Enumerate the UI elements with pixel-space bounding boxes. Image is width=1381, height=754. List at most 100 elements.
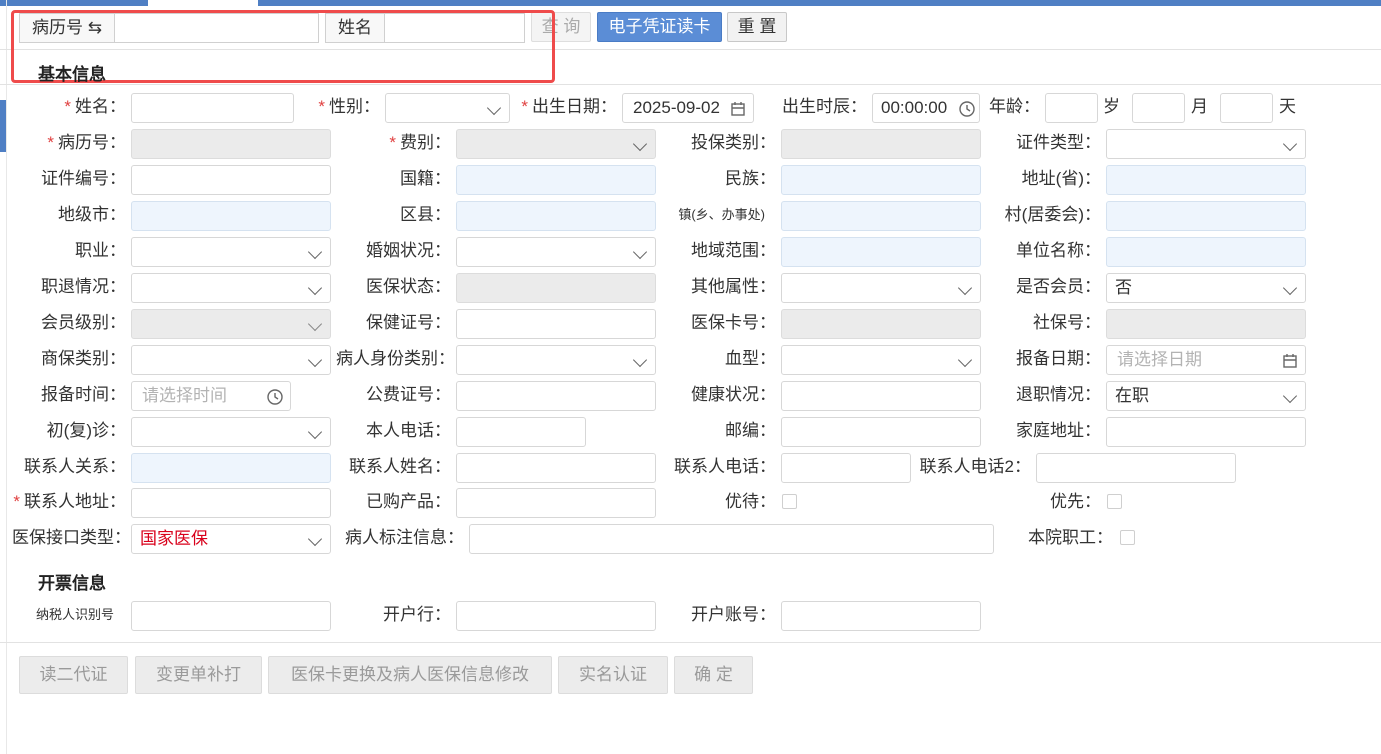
gender-select[interactable] xyxy=(385,93,510,123)
marriage-select[interactable] xyxy=(456,237,656,267)
phone-input[interactable] xyxy=(456,417,586,447)
chevron-down-icon xyxy=(632,244,648,260)
village-input[interactable] xyxy=(1106,201,1306,231)
job-select[interactable] xyxy=(131,237,331,267)
fee-type-select[interactable] xyxy=(456,129,656,159)
insure-type-input xyxy=(781,129,981,159)
age-year-input[interactable] xyxy=(1045,93,1098,123)
staff-checkbox[interactable] xyxy=(1120,530,1135,545)
health-input[interactable] xyxy=(781,381,981,411)
patient-type-select[interactable] xyxy=(456,345,656,375)
marriage-label: 婚姻状况： xyxy=(366,241,451,260)
account-label: 开户账号： xyxy=(691,605,776,624)
insure-iface-label: 医保接口类型： xyxy=(12,528,131,547)
nationality-label: 国籍： xyxy=(400,169,451,188)
age-month-unit: 月 xyxy=(1191,97,1208,116)
vip-checkbox[interactable] xyxy=(782,494,797,509)
contact-addr-input[interactable] xyxy=(131,488,331,518)
blood-select[interactable] xyxy=(781,345,981,375)
chevron-down-icon xyxy=(632,136,648,152)
member-level-select[interactable] xyxy=(131,309,331,339)
company-label: 单位名称： xyxy=(1016,241,1101,260)
birthdate-label: * 出生日期： xyxy=(521,97,617,116)
fee-type-label-text: 费别： xyxy=(400,133,451,152)
retire-info-label: 职退情况： xyxy=(41,277,126,296)
home-addr-input[interactable] xyxy=(1106,417,1306,447)
report-date-input[interactable]: 请选择日期 xyxy=(1106,345,1306,375)
change-insure-card-button[interactable]: 医保卡更换及病人医保信息修改 xyxy=(268,656,552,694)
public-fee-input[interactable] xyxy=(456,381,656,411)
health-card-input[interactable] xyxy=(456,309,656,339)
bought-input[interactable] xyxy=(456,488,656,518)
age-day-input[interactable] xyxy=(1220,93,1273,123)
e-voucher-card-button[interactable]: 电子凭证读卡 xyxy=(597,12,722,42)
contact-phone2-input[interactable] xyxy=(1036,453,1236,483)
bank-input[interactable] xyxy=(456,601,656,631)
contact-phone-input[interactable] xyxy=(781,453,911,483)
town-input[interactable] xyxy=(781,201,981,231)
chevron-down-icon xyxy=(486,100,502,116)
birthtime-input[interactable]: 00:00:00 xyxy=(872,93,980,123)
realname-auth-button[interactable]: 实名认证 xyxy=(558,656,668,694)
other-attr-select[interactable] xyxy=(781,273,981,303)
commercial-select[interactable] xyxy=(131,345,331,375)
confirm-button[interactable]: 确 定 xyxy=(674,656,753,694)
record-no-input xyxy=(131,129,331,159)
commercial-label: 商保类别： xyxy=(41,349,126,368)
contact-addr-label: * 联系人地址： xyxy=(13,492,126,511)
vip-label: 优待： xyxy=(725,492,776,511)
county-input[interactable] xyxy=(456,201,656,231)
top-tab-bar xyxy=(0,0,1381,6)
reprint-button[interactable]: 变更单补打 xyxy=(135,656,262,694)
contact-name-input[interactable] xyxy=(456,453,656,483)
bank-label: 开户行： xyxy=(383,605,451,624)
calendar-icon[interactable] xyxy=(1281,352,1299,370)
id-type-select[interactable] xyxy=(1106,129,1306,159)
contact-rel-input[interactable] xyxy=(131,453,331,483)
read-id-card-button[interactable]: 读二代证 xyxy=(19,656,128,694)
calendar-icon[interactable] xyxy=(729,100,747,118)
insure-iface-select[interactable]: 国家医保 xyxy=(131,524,331,554)
retire-select[interactable]: 在职 xyxy=(1106,381,1306,411)
blood-label: 血型： xyxy=(725,349,776,368)
zip-input[interactable] xyxy=(781,417,981,447)
is-member-value: 否 xyxy=(1115,278,1132,297)
priority-checkbox[interactable] xyxy=(1107,494,1122,509)
contact-phone2-label: 联系人电话2： xyxy=(919,457,1031,476)
report-time-label: 报备时间： xyxy=(41,385,126,404)
retire-label: 退职情况： xyxy=(1016,385,1101,404)
account-input[interactable] xyxy=(781,601,981,631)
visit-select[interactable] xyxy=(131,417,331,447)
taxpayer-input[interactable] xyxy=(131,601,331,631)
clock-icon[interactable] xyxy=(958,100,976,118)
ethnic-input[interactable] xyxy=(781,165,981,195)
city-input[interactable] xyxy=(131,201,331,231)
insure-type-label: 投保类别： xyxy=(691,133,776,152)
age-month-input[interactable] xyxy=(1132,93,1185,123)
is-member-select[interactable]: 否 xyxy=(1106,273,1306,303)
chevron-down-icon xyxy=(1282,280,1298,296)
report-time-input[interactable]: 请选择时间 xyxy=(131,381,291,411)
id-no-input[interactable] xyxy=(131,165,331,195)
clock-icon[interactable] xyxy=(266,388,284,406)
chevron-down-icon xyxy=(307,531,323,547)
retire-info-select[interactable] xyxy=(131,273,331,303)
fee-type-label: * 费别： xyxy=(389,133,451,152)
name-input[interactable] xyxy=(131,93,294,123)
age-day-unit: 天 xyxy=(1279,97,1296,116)
chevron-down-icon xyxy=(632,352,648,368)
chevron-down-icon xyxy=(957,280,973,296)
reset-button[interactable]: 重 置 xyxy=(727,12,787,42)
record-no-label: * 病历号： xyxy=(47,133,126,152)
patient-mark-input[interactable] xyxy=(469,524,994,554)
section-basic-info: 基本信息 xyxy=(38,65,106,84)
age-year-unit: 岁 xyxy=(1103,97,1120,116)
birthdate-input[interactable]: 2025-09-02 xyxy=(622,93,754,123)
company-input[interactable] xyxy=(1106,237,1306,267)
chevron-down-icon xyxy=(307,244,323,260)
nationality-input[interactable] xyxy=(456,165,656,195)
province-input[interactable] xyxy=(1106,165,1306,195)
member-level-label: 会员级别： xyxy=(41,313,126,332)
active-tab[interactable] xyxy=(148,0,258,6)
region-input[interactable] xyxy=(781,237,981,267)
